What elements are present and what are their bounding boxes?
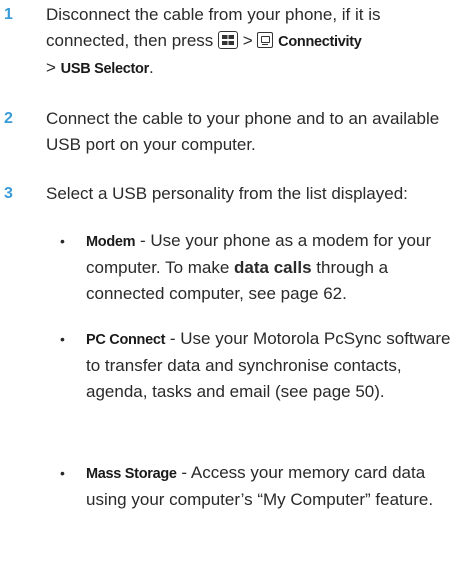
connectivity-icon <box>257 32 274 48</box>
step-text: Select a USB personality from the list d… <box>46 184 408 203</box>
manual-page: 1 Disconnect the cable from your phone, … <box>0 0 469 568</box>
bullet-glyph: • <box>60 331 65 347</box>
list-item-mass-storage: • Mass Storage - Access your memory card… <box>60 460 463 513</box>
step-1-end: . <box>148 58 154 77</box>
step-text: Connect the cable to your phone and to a… <box>46 109 440 154</box>
menu-key-icon <box>218 31 239 49</box>
bullet-glyph: • <box>60 233 65 249</box>
list-item-pc-connect: • PC Connect - Use your Motorola PcSync … <box>60 326 463 405</box>
step-number: 3 <box>4 185 13 202</box>
step-number: 1 <box>4 6 13 23</box>
bullet-glyph: • <box>60 465 65 481</box>
step-1: 1 Disconnect the cable from your phone, … <box>0 2 469 86</box>
step-2: 2 Connect the cable to your phone and to… <box>0 106 469 162</box>
step-text: Disconnect the cable from your phone, if… <box>46 2 463 82</box>
step-number: 2 <box>4 110 13 127</box>
separator: > <box>242 31 253 50</box>
option-term: PC Connect <box>86 332 166 348</box>
list-item-modem: • Modem - Use your phone as a modem for … <box>60 228 463 307</box>
option-term: Mass Storage <box>86 466 177 482</box>
option-term: Modem <box>86 234 136 250</box>
menu-usb-selector: USB Selector <box>60 61 150 77</box>
menu-connectivity: Connectivity <box>278 34 362 50</box>
separator: > <box>46 58 56 77</box>
step-3: 3 Select a USB personality from the list… <box>0 181 469 209</box>
data-calls-bold: data calls <box>234 258 312 277</box>
